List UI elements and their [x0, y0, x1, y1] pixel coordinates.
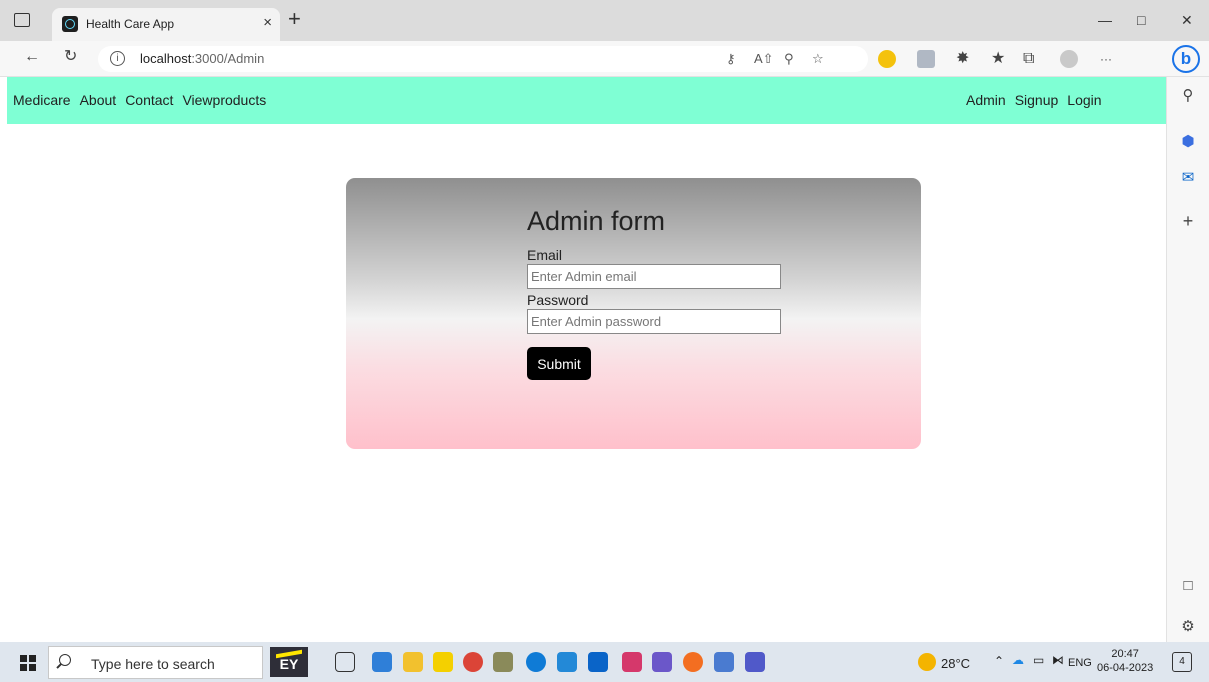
site-navbar: Medicare About Contact Viewproducts Admi… [7, 77, 1166, 124]
tab-actions-icon[interactable] [14, 13, 30, 27]
url-text: localhost:3000/Admin [140, 51, 264, 66]
wifi-icon[interactable]: ⧑ [1052, 653, 1064, 667]
notification-icon[interactable]: 4 [1172, 652, 1192, 672]
bing-chat-icon[interactable]: b [1172, 45, 1200, 73]
teams-icon[interactable] [745, 652, 765, 672]
password-label: Password [527, 292, 589, 308]
clock-time: 20:47 [1111, 648, 1139, 660]
nav-link-contact[interactable]: Contact [125, 92, 173, 108]
windows-start-icon[interactable] [20, 655, 36, 671]
new-tab-button[interactable]: + [288, 8, 301, 30]
nav-link-login[interactable]: Login [1067, 92, 1101, 108]
browser-sidebar: ⚲ ⬢ ✉ + □ ⚙ [1166, 77, 1209, 642]
help-app-icon[interactable] [433, 652, 453, 672]
app-icon-12[interactable] [683, 652, 703, 672]
clock-date: 06-04-2023 [1097, 662, 1154, 674]
language-indicator[interactable]: ENG [1068, 657, 1092, 669]
email-label: Email [527, 247, 563, 263]
weather-icon[interactable] [918, 653, 936, 671]
navbar-right-links: Admin Signup Login [966, 92, 1102, 108]
app-icon-6[interactable] [493, 652, 513, 672]
edge-icon[interactable] [526, 652, 546, 672]
restore-icon[interactable]: □ [1137, 12, 1145, 28]
nav-link-about[interactable]: About [80, 92, 117, 108]
admin-form-card: Admin form Email Password Submit [346, 178, 921, 449]
url-host: localhost [140, 51, 192, 66]
submit-button[interactable]: Submit [527, 347, 591, 380]
task-view-icon[interactable] [335, 652, 355, 672]
nav-link-medicare[interactable]: Medicare [13, 92, 71, 108]
tab-health-care-app[interactable]: Health Care App × [52, 8, 280, 41]
battery-icon[interactable]: ▭ [1033, 653, 1044, 667]
close-window-icon[interactable]: ✕ [1181, 12, 1193, 29]
collections-icon[interactable]: ⧉ [1023, 51, 1034, 67]
zoom-icon[interactable]: ⚲ [784, 51, 794, 67]
navbar-left-links: Medicare About Contact Viewproducts [13, 92, 266, 108]
react-favicon-icon [62, 16, 78, 32]
taskbar-clock[interactable]: 20:47 06-04-2023 [1097, 647, 1153, 675]
admin-password-input[interactable] [527, 309, 781, 334]
app-icon-11[interactable] [652, 652, 672, 672]
refresh-icon[interactable]: ↻ [64, 49, 77, 65]
read-aloud-icon[interactable]: A⇧ [754, 51, 774, 67]
form-title: Admin form [527, 206, 666, 236]
store-app-icon[interactable] [372, 652, 392, 672]
file-explorer-icon[interactable] [403, 652, 423, 672]
sidebar-office-icon[interactable]: ⬢ [1179, 133, 1197, 151]
chrome-icon[interactable] [463, 652, 483, 672]
favorite-star-icon[interactable]: ☆ [812, 51, 824, 67]
tab-close-icon[interactable]: × [263, 14, 272, 31]
minimize-icon[interactable]: — [1098, 12, 1112, 28]
outlook-icon[interactable] [588, 652, 608, 672]
address-bar[interactable]: i localhost:3000/Admin ⚷ A⇧ ⚲ ☆ [98, 46, 868, 72]
windows-taskbar: Type here to search EY 28°C ⌃ ☁ ▭ ⧑ ENG … [0, 642, 1209, 682]
sidebar-add-icon[interactable]: + [1179, 212, 1197, 230]
tray-chevron-icon[interactable]: ⌃ [994, 654, 1004, 668]
site-info-icon[interactable]: i [110, 51, 125, 66]
nav-link-signup[interactable]: Signup [1015, 92, 1059, 108]
password-key-icon[interactable]: ⚷ [726, 51, 736, 67]
nav-link-viewproducts[interactable]: Viewproducts [182, 92, 266, 108]
more-menu-icon[interactable]: ··· [1100, 53, 1112, 65]
extensions-icon[interactable]: ✸ [956, 51, 969, 67]
vscode-icon[interactable] [557, 652, 577, 672]
pdf-app-icon[interactable] [622, 652, 642, 672]
sidebar-panel-icon[interactable]: □ [1179, 577, 1197, 595]
extension-n-icon[interactable] [917, 50, 935, 68]
search-icon [59, 654, 71, 666]
app-icon-13[interactable] [714, 652, 734, 672]
profile-avatar-icon[interactable] [1060, 50, 1078, 68]
taskbar-search-box[interactable]: Type here to search [48, 646, 263, 679]
extension-check-icon[interactable] [878, 50, 896, 68]
nav-link-admin[interactable]: Admin [966, 92, 1006, 108]
sidebar-outlook-icon[interactable]: ✉ [1179, 169, 1197, 187]
favorites-icon[interactable]: ★ [991, 51, 1005, 67]
weather-temperature[interactable]: 28°C [941, 656, 970, 671]
browser-toolbar: ← ↻ i localhost:3000/Admin ⚷ A⇧ ⚲ ☆ ✸ ★ … [0, 41, 1209, 77]
browser-tab-strip: Health Care App × + — □ ✕ [0, 0, 1209, 41]
onedrive-icon[interactable]: ☁ [1012, 653, 1024, 667]
admin-email-input[interactable] [527, 264, 781, 289]
back-icon[interactable]: ← [24, 49, 40, 65]
url-path: :3000/Admin [191, 51, 265, 66]
tab-title: Health Care App [86, 17, 175, 31]
taskbar-search-placeholder: Type here to search [91, 656, 215, 672]
ey-app-icon[interactable]: EY [270, 647, 308, 677]
sidebar-settings-icon[interactable]: ⚙ [1179, 618, 1197, 636]
sidebar-search-icon[interactable]: ⚲ [1179, 87, 1197, 105]
